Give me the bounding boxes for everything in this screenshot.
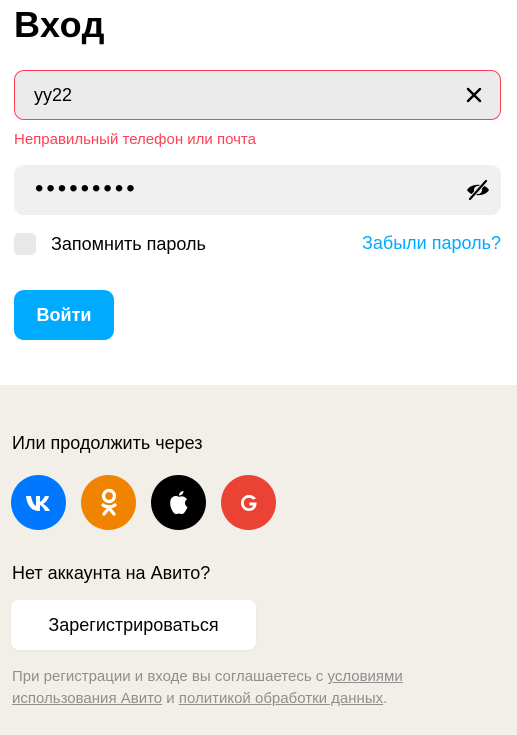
- remember-password-checkbox[interactable]: [14, 233, 36, 255]
- close-icon[interactable]: [462, 83, 486, 107]
- eye-off-icon[interactable]: [465, 178, 491, 202]
- odnoklassniki-icon: [100, 488, 117, 516]
- remember-password-label[interactable]: Запомнить пароль: [51, 234, 206, 255]
- terms-suffix: .: [383, 690, 388, 707]
- privacy-policy-link[interactable]: политикой обработки данных: [179, 690, 383, 707]
- vk-button[interactable]: [11, 475, 66, 530]
- page-title: Вход: [14, 4, 106, 45]
- vk-icon: [25, 495, 50, 511]
- login-error-message: Неправильный телефон или почта: [14, 131, 256, 148]
- social-login-heading: Или продолжить через: [12, 433, 203, 453]
- social-login-buttons: [11, 475, 291, 530]
- no-account-text: Нет аккаунта на Авито?: [12, 563, 211, 583]
- password-field[interactable]: •••••••••: [14, 165, 501, 215]
- password-field-value[interactable]: •••••••••: [35, 175, 138, 203]
- google-icon: [240, 494, 256, 511]
- remember-password-row[interactable]: Запомнить пароль: [14, 232, 206, 256]
- odnoklassniki-button[interactable]: [81, 475, 136, 530]
- apple-icon: [169, 490, 187, 514]
- google-button[interactable]: [221, 475, 276, 530]
- terms-prefix: При регистрации и входе вы соглашаетесь …: [12, 668, 328, 685]
- login-button[interactable]: Войти: [14, 290, 114, 340]
- terms-text: При регистрации и входе вы соглашаетесь …: [12, 666, 502, 710]
- terms-middle: и: [162, 690, 179, 707]
- login-field[interactable]: yy22: [14, 70, 501, 120]
- login-field-value[interactable]: yy22: [34, 85, 72, 106]
- register-button[interactable]: Зарегистрироваться: [11, 600, 256, 650]
- apple-button[interactable]: [151, 475, 206, 530]
- forgot-password-link[interactable]: Забыли пароль?: [362, 233, 501, 254]
